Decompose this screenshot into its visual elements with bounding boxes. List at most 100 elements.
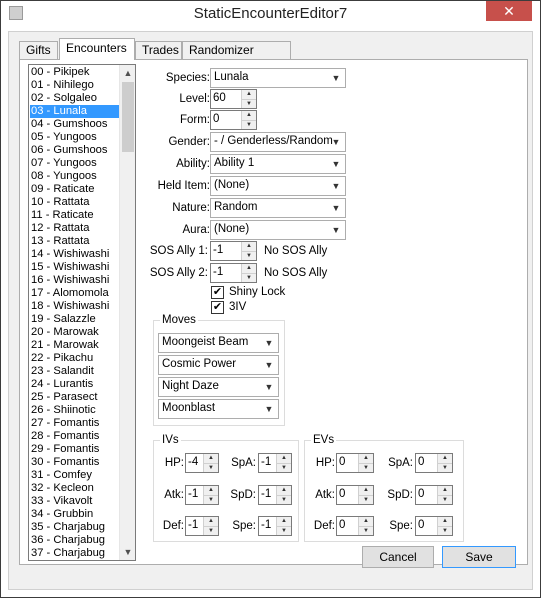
ev-def-stepper[interactable]: 0 ▲ ▼ (336, 516, 374, 536)
list-item[interactable]: 25 - Parasect (30, 391, 122, 404)
spin-up-icon[interactable]: ▲ (242, 90, 256, 99)
list-item[interactable]: 17 - Alomomola (30, 287, 122, 300)
nature-select[interactable]: Random ▼ (210, 198, 346, 218)
iv-atk-stepper[interactable]: -1 ▲ ▼ (185, 485, 219, 505)
tab-trades[interactable]: Trades (135, 41, 182, 59)
spin-up-icon[interactable]: ▲ (438, 517, 452, 526)
tab-gifts[interactable]: Gifts (19, 41, 58, 59)
list-item[interactable]: 28 - Fomantis (30, 430, 122, 443)
list-item[interactable]: 32 - Kecleon (30, 482, 122, 495)
list-item[interactable]: 06 - Gumshoos (30, 144, 122, 157)
list-item[interactable]: 29 - Fomantis (30, 443, 122, 456)
tab-randomizer-options[interactable]: Randomizer Options (182, 41, 291, 71)
spin-up-icon[interactable]: ▲ (204, 517, 218, 526)
list-item[interactable]: 21 - Marowak (30, 339, 122, 352)
list-item[interactable]: 15 - Wishiwashi (30, 261, 122, 274)
iv-def-stepper[interactable]: -1 ▲ ▼ (185, 516, 219, 536)
ability-select[interactable]: Ability 1 ▼ (210, 154, 346, 174)
close-button[interactable]: ✕ (486, 1, 532, 21)
move-4-select[interactable]: Moonblast ▼ (158, 399, 279, 419)
spin-up-icon[interactable]: ▲ (359, 486, 373, 495)
list-item[interactable]: 34 - Grubbin (30, 508, 122, 521)
spin-down-icon[interactable]: ▼ (242, 99, 256, 108)
list-item[interactable]: 37 - Charjabug (30, 547, 122, 560)
iv-hp-spin[interactable]: ▲ ▼ (203, 454, 218, 472)
list-item[interactable]: 14 - Wishiwashi (30, 248, 122, 261)
spin-up-icon[interactable]: ▲ (359, 517, 373, 526)
scroll-thumb[interactable] (122, 82, 134, 152)
sos-ally-1-spin[interactable]: ▲ ▼ (241, 242, 256, 260)
form-spin[interactable]: ▲ ▼ (241, 111, 256, 129)
ev-atk-stepper[interactable]: 0 ▲ ▼ (336, 485, 374, 505)
spin-up-icon[interactable]: ▲ (277, 454, 291, 463)
ev-spe-spin[interactable]: ▲ ▼ (437, 517, 452, 535)
list-item[interactable]: 27 - Fomantis (30, 417, 122, 430)
spin-down-icon[interactable]: ▼ (438, 463, 452, 472)
list-item[interactable]: 35 - Charjabug (30, 521, 122, 534)
spin-down-icon[interactable]: ▼ (359, 463, 373, 472)
list-item[interactable]: 08 - Yungoos (30, 170, 122, 183)
list-item[interactable]: 04 - Gumshoos (30, 118, 122, 131)
list-item[interactable]: 12 - Rattata (30, 222, 122, 235)
list-item[interactable]: 13 - Rattata (30, 235, 122, 248)
encounter-list[interactable]: 00 - Pikipek 01 - Nihilego 02 - Solgaleo 03… (28, 64, 136, 561)
list-item[interactable]: 30 - Fomantis (30, 456, 122, 469)
held-item-select[interactable]: (None) ▼ (210, 176, 346, 196)
spin-up-icon[interactable]: ▲ (277, 486, 291, 495)
spin-up-icon[interactable]: ▲ (438, 486, 452, 495)
cancel-button[interactable]: Cancel (362, 546, 434, 568)
list-item[interactable]: 19 - Salazzle (30, 313, 122, 326)
ev-spa-spin[interactable]: ▲ ▼ (437, 454, 452, 472)
spin-down-icon[interactable]: ▼ (242, 251, 256, 260)
list-item[interactable]: 16 - Wishiwashi (30, 274, 122, 287)
iv-spd-spin[interactable]: ▲ ▼ (276, 486, 291, 504)
save-button[interactable]: Save (442, 546, 516, 568)
iv-spe-stepper[interactable]: -1 ▲ ▼ (258, 516, 292, 536)
list-item[interactable]: 03 - Lunala (30, 105, 122, 118)
spin-down-icon[interactable]: ▼ (277, 463, 291, 472)
sos-ally-2-stepper[interactable]: -1 ▲ ▼ (210, 263, 257, 283)
move-2-select[interactable]: Cosmic Power ▼ (158, 355, 279, 375)
level-spin[interactable]: ▲ ▼ (241, 90, 256, 108)
spin-down-icon[interactable]: ▼ (242, 273, 256, 282)
level-stepper[interactable]: 60 ▲ ▼ (210, 89, 257, 109)
move-1-select[interactable]: Moongeist Beam ▼ (158, 333, 279, 353)
list-item[interactable]: 10 - Rattata (30, 196, 122, 209)
list-item[interactable]: 18 - Wishiwashi (30, 300, 122, 313)
tab-encounters[interactable]: Encounters (59, 38, 135, 60)
spin-up-icon[interactable]: ▲ (359, 454, 373, 463)
list-item[interactable]: 33 - Vikavolt (30, 495, 122, 508)
iv-hp-stepper[interactable]: -4 ▲ ▼ (185, 453, 219, 473)
form-stepper[interactable]: 0 ▲ ▼ (210, 110, 257, 130)
ev-hp-spin[interactable]: ▲ ▼ (358, 454, 373, 472)
ev-spe-stepper[interactable]: 0 ▲ ▼ (415, 516, 453, 536)
list-item[interactable]: 09 - Raticate (30, 183, 122, 196)
spin-down-icon[interactable]: ▼ (438, 495, 452, 504)
ev-spd-stepper[interactable]: 0 ▲ ▼ (415, 485, 453, 505)
list-scrollbar[interactable]: ▲ ▼ (119, 65, 135, 560)
spin-down-icon[interactable]: ▼ (204, 463, 218, 472)
species-select[interactable]: Lunala ▼ (210, 68, 346, 88)
three-iv-checkbox[interactable]: ✔ (211, 301, 224, 314)
ev-hp-stepper[interactable]: 0 ▲ ▼ (336, 453, 374, 473)
shiny-lock-checkbox[interactable]: ✔ (211, 286, 224, 299)
list-item[interactable]: 11 - Raticate (30, 209, 122, 222)
list-item[interactable]: 23 - Salandit (30, 365, 122, 378)
spin-up-icon[interactable]: ▲ (242, 264, 256, 273)
iv-def-spin[interactable]: ▲ ▼ (203, 517, 218, 535)
iv-spd-stepper[interactable]: -1 ▲ ▼ (258, 485, 292, 505)
ev-def-spin[interactable]: ▲ ▼ (358, 517, 373, 535)
iv-spa-spin[interactable]: ▲ ▼ (276, 454, 291, 472)
list-item[interactable]: 05 - Yungoos (30, 131, 122, 144)
title-bar[interactable]: StaticEncounterEditor7 ✕ (1, 1, 540, 31)
spin-up-icon[interactable]: ▲ (277, 517, 291, 526)
iv-spe-spin[interactable]: ▲ ▼ (276, 517, 291, 535)
list-item[interactable]: 31 - Comfey (30, 469, 122, 482)
spin-up-icon[interactable]: ▲ (204, 454, 218, 463)
sos-ally-2-spin[interactable]: ▲ ▼ (241, 264, 256, 282)
gender-select[interactable]: - / Genderless/Random ▼ (210, 132, 346, 152)
spin-down-icon[interactable]: ▼ (277, 526, 291, 535)
spin-down-icon[interactable]: ▼ (204, 495, 218, 504)
spin-down-icon[interactable]: ▼ (359, 526, 373, 535)
spin-up-icon[interactable]: ▲ (204, 486, 218, 495)
